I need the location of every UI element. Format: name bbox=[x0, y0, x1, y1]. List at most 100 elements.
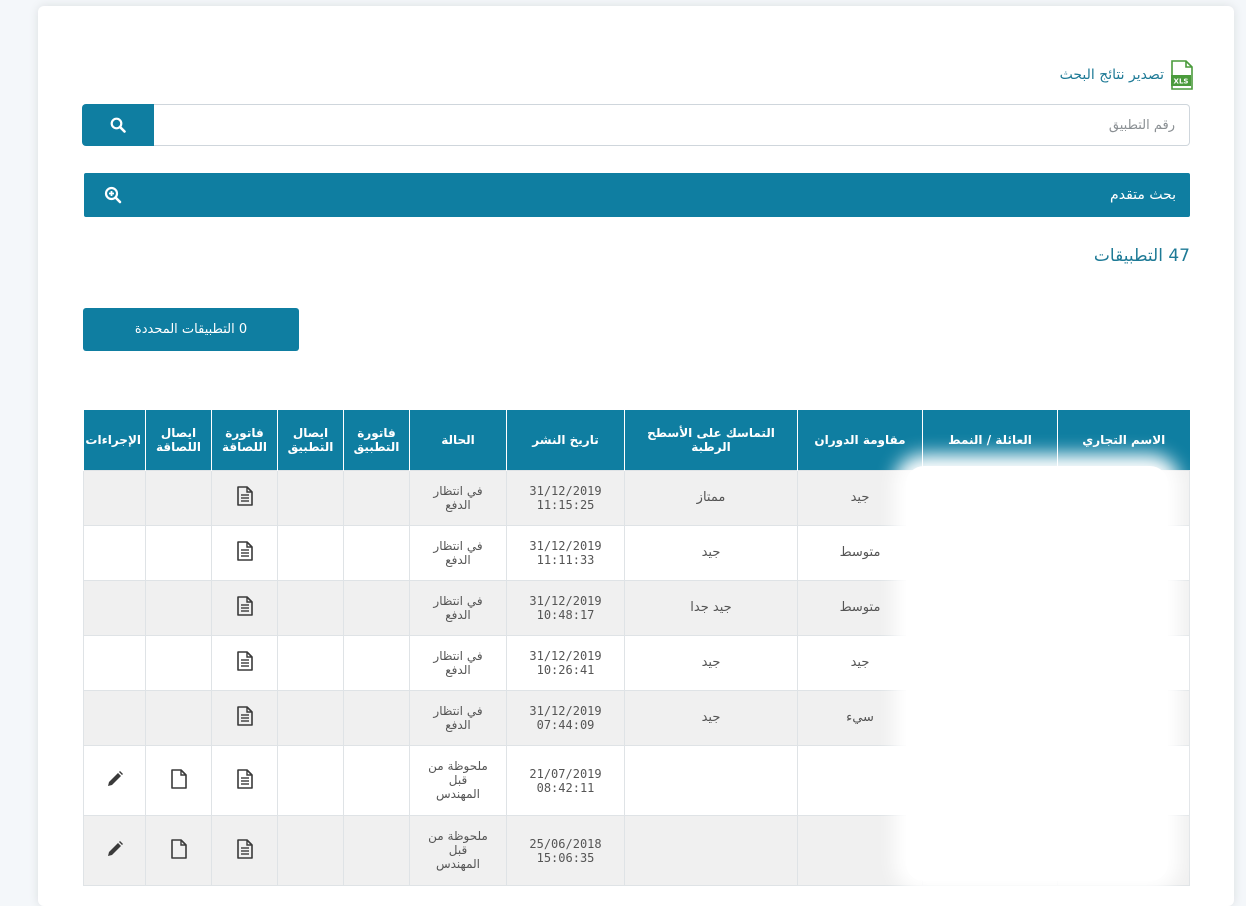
status-text: في انتظار الدفع bbox=[433, 648, 483, 677]
publish-time: 10:48:17 bbox=[536, 608, 595, 622]
cell-rolling-resistance: جيد bbox=[797, 635, 923, 691]
header-family[interactable]: العائلة / النمط bbox=[922, 410, 1058, 471]
header-rolling-resistance[interactable]: مقاومة الدوران bbox=[797, 410, 923, 471]
cell-app-invoice bbox=[343, 525, 410, 581]
search-button[interactable] bbox=[82, 104, 154, 146]
search-icon bbox=[110, 117, 126, 133]
cell-app-invoice bbox=[343, 815, 410, 886]
publish-time: 11:15:25 bbox=[536, 498, 595, 512]
cell-wet-grip: ممتاز bbox=[624, 470, 798, 526]
header-label-receipt[interactable]: ايصال اللصاقة bbox=[145, 410, 212, 471]
advanced-search-label: بحث متقدم bbox=[1110, 187, 1176, 203]
header-wet-grip[interactable]: التماسك على الأسطح الرطبة bbox=[624, 410, 798, 471]
header-status[interactable]: الحالة bbox=[409, 410, 507, 471]
applications-count: 47 التطبيقات bbox=[1093, 246, 1190, 266]
publish-time: 10:26:41 bbox=[536, 663, 595, 677]
zoom-in-icon bbox=[104, 186, 122, 204]
header-label-invoice[interactable]: فاتورة اللصاقة bbox=[211, 410, 278, 471]
cell-wet-grip bbox=[624, 815, 798, 886]
publish-date: 25/06/2018 bbox=[529, 836, 602, 851]
cell-status: في انتظار الدفع bbox=[409, 470, 507, 526]
header-app-invoice[interactable]: فاتورة التطبيق bbox=[343, 410, 410, 471]
cell-app-receipt bbox=[277, 525, 344, 581]
svg-text:XLS: XLS bbox=[1174, 78, 1189, 86]
table-header-overflow bbox=[1176, 410, 1188, 470]
cell-publish-date: 31/12/2019 10:26:41 bbox=[506, 635, 625, 691]
cell-rolling-resistance bbox=[797, 745, 923, 816]
advanced-search-toggle[interactable]: بحث متقدم bbox=[84, 173, 1190, 217]
header-trade-name[interactable]: الاسم التجاري bbox=[1057, 410, 1190, 471]
publish-date: 31/12/2019 bbox=[529, 539, 602, 553]
cell-actions bbox=[83, 525, 146, 581]
cell-app-receipt bbox=[277, 745, 344, 816]
cell-label-invoice bbox=[211, 635, 278, 691]
export-label: تصدير نتائج البحث bbox=[1059, 67, 1164, 83]
cell-app-invoice bbox=[343, 470, 410, 526]
cell-publish-date: 31/12/2019 11:15:25 bbox=[506, 470, 625, 526]
cell-rolling-resistance: متوسط bbox=[797, 580, 923, 636]
cell-rolling-resistance: سيء bbox=[797, 690, 923, 746]
publish-date: 21/07/2019 bbox=[529, 766, 602, 781]
cell-status: في انتظار الدفع bbox=[409, 690, 507, 746]
cell-label-receipt bbox=[145, 815, 212, 886]
application-number-input[interactable] bbox=[154, 104, 1190, 146]
header-app-receipt[interactable]: ايصال التطبيق bbox=[277, 410, 344, 471]
publish-time: 08:42:11 bbox=[536, 780, 595, 795]
document-icon[interactable] bbox=[236, 651, 253, 675]
cell-label-invoice bbox=[211, 580, 278, 636]
cell-wet-grip bbox=[624, 745, 798, 816]
selected-applications-button[interactable]: 0 التطبيقات المحددة bbox=[83, 308, 299, 351]
cell-status: ملحوظة من قبل المهندس bbox=[409, 745, 507, 816]
cell-app-receipt bbox=[277, 580, 344, 636]
blank-file-icon[interactable] bbox=[170, 768, 187, 793]
cell-publish-date: 31/12/2019 11:11:33 bbox=[506, 525, 625, 581]
cell-wet-grip: جيد bbox=[624, 525, 798, 581]
cell-publish-date: 21/07/2019 08:42:11 bbox=[506, 745, 625, 816]
cell-status: في انتظار الدفع bbox=[409, 635, 507, 691]
cell-actions bbox=[83, 745, 146, 816]
status-text: في انتظار الدفع bbox=[433, 483, 483, 512]
edit-pencil-icon[interactable] bbox=[106, 770, 124, 792]
cell-app-invoice bbox=[343, 580, 410, 636]
cell-status: ملحوظة من قبل المهندس bbox=[409, 815, 507, 886]
publish-date: 31/12/2019 bbox=[529, 484, 602, 498]
publish-date: 31/12/2019 bbox=[529, 649, 602, 663]
document-icon[interactable] bbox=[236, 486, 253, 510]
cell-actions bbox=[83, 690, 146, 746]
cell-wet-grip: جيد bbox=[624, 690, 798, 746]
cell-publish-date: 25/06/2018 15:06:35 bbox=[506, 815, 625, 886]
cell-label-invoice bbox=[211, 745, 278, 816]
cell-actions bbox=[83, 815, 146, 886]
blank-file-icon[interactable] bbox=[170, 838, 187, 863]
export-results-link[interactable]: XLS تصدير نتائج البحث bbox=[1060, 60, 1194, 90]
cell-label-invoice bbox=[211, 525, 278, 581]
cell-app-receipt bbox=[277, 470, 344, 526]
document-icon[interactable] bbox=[236, 838, 253, 863]
redacted-area bbox=[906, 466, 1168, 881]
cell-app-receipt bbox=[277, 635, 344, 691]
cell-app-invoice bbox=[343, 635, 410, 691]
status-text: في انتظار الدفع bbox=[433, 593, 483, 622]
document-icon[interactable] bbox=[236, 596, 253, 620]
cell-label-invoice bbox=[211, 690, 278, 746]
cell-label-receipt bbox=[145, 470, 212, 526]
cell-label-invoice bbox=[211, 815, 278, 886]
cell-label-receipt bbox=[145, 635, 212, 691]
status-text: ملحوظة من قبل المهندس bbox=[428, 759, 488, 801]
cell-publish-date: 31/12/2019 10:48:17 bbox=[506, 580, 625, 636]
cell-status: في انتظار الدفع bbox=[409, 525, 507, 581]
header-publish-date[interactable]: تاريخ النشر bbox=[506, 410, 625, 471]
publish-date: 31/12/2019 bbox=[529, 704, 602, 718]
cell-status: في انتظار الدفع bbox=[409, 580, 507, 636]
document-icon[interactable] bbox=[236, 706, 253, 730]
cell-label-invoice bbox=[211, 470, 278, 526]
publish-time: 11:11:33 bbox=[536, 553, 595, 567]
edit-pencil-icon[interactable] bbox=[106, 840, 124, 862]
cell-publish-date: 31/12/2019 07:44:09 bbox=[506, 690, 625, 746]
cell-app-invoice bbox=[343, 745, 410, 816]
status-text: في انتظار الدفع bbox=[433, 538, 483, 567]
cell-rolling-resistance bbox=[797, 815, 923, 886]
document-icon[interactable] bbox=[236, 541, 253, 565]
status-text: في انتظار الدفع bbox=[433, 703, 483, 732]
document-icon[interactable] bbox=[236, 768, 253, 793]
